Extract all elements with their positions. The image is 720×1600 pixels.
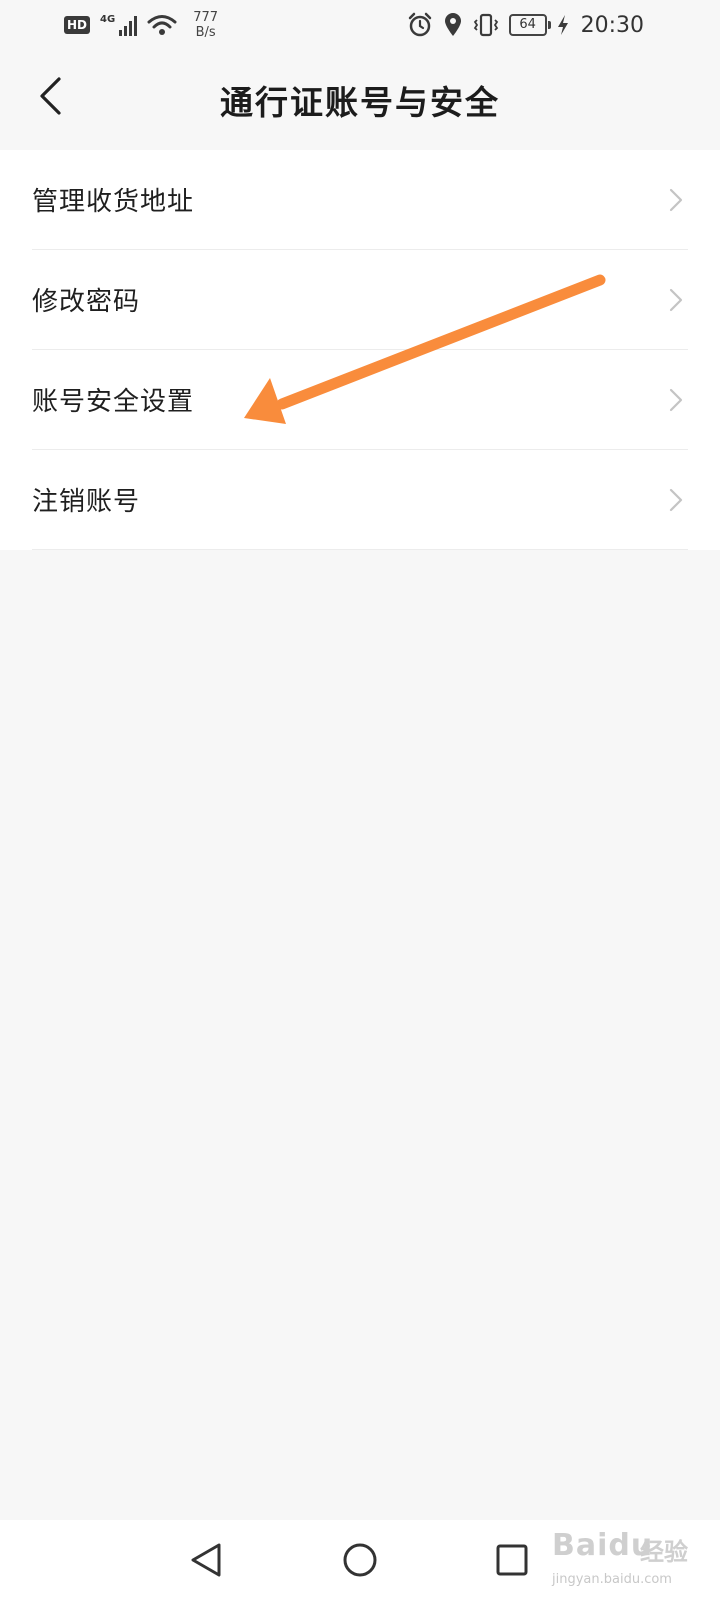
menu-item-manage-address[interactable]: 管理收货地址 <box>32 150 688 250</box>
signal-bar <box>134 16 138 36</box>
menu-item-label: 管理收货地址 <box>32 187 195 217</box>
cellular-signal-icon: 4G <box>100 14 138 36</box>
signal-bar <box>119 30 123 36</box>
alarm-icon <box>408 12 431 37</box>
chevron-left-icon <box>40 77 61 115</box>
nav-back-button[interactable] <box>184 1538 228 1582</box>
watermark-logo: Baidu <box>552 1528 654 1563</box>
status-left: HD 4G 777 B/s <box>64 10 218 40</box>
chevron-right-icon <box>666 486 686 514</box>
watermark-cn: 经验 <box>640 1538 688 1566</box>
circle-home-icon <box>343 1543 377 1577</box>
wifi-icon <box>147 15 177 35</box>
triangle-back-icon <box>191 1543 221 1577</box>
speed-unit: B/s <box>195 25 216 40</box>
hd-badge: HD <box>64 16 91 34</box>
speed-value: 777 <box>193 10 219 25</box>
nav-home-button[interactable] <box>338 1538 382 1582</box>
network-speed: 777 B/s <box>193 10 218 40</box>
chevron-right-icon <box>666 386 686 414</box>
clock: 20:30 <box>580 12 644 38</box>
signal-bar <box>129 21 133 36</box>
menu-item-account-security[interactable]: 账号安全设置 <box>32 350 688 450</box>
network-type: 4G <box>100 14 116 25</box>
chevron-right-icon <box>666 286 686 314</box>
status-bar: HD 4G 777 B/s 64 20:30 <box>0 0 720 50</box>
nav-recents-button[interactable] <box>490 1538 534 1582</box>
baidu-jingyan-watermark: Baidu 经验 jingyan.baidu.com <box>548 1524 718 1594</box>
status-right: 64 20:30 <box>407 12 644 38</box>
square-recents-icon <box>496 1544 528 1576</box>
battery-icon: 64 <box>508 14 551 36</box>
vibrate-icon <box>473 13 498 37</box>
signal-bar <box>124 26 128 36</box>
menu-item-label: 账号安全设置 <box>32 387 195 417</box>
app-header: 通行证账号与安全 <box>0 50 720 150</box>
page-title: 通行证账号与安全 <box>220 83 500 122</box>
settings-list: 管理收货地址 修改密码 账号安全设置 注销账号 <box>0 150 720 550</box>
menu-item-change-password[interactable]: 修改密码 <box>32 250 688 350</box>
charging-icon <box>557 15 568 35</box>
chevron-right-icon <box>666 186 686 214</box>
menu-item-label: 修改密码 <box>32 287 141 317</box>
location-icon <box>444 13 461 36</box>
watermark-url: jingyan.baidu.com <box>552 1572 672 1587</box>
menu-item-label: 注销账号 <box>32 487 141 517</box>
menu-item-delete-account[interactable]: 注销账号 <box>32 450 688 550</box>
back-button[interactable] <box>28 68 72 124</box>
